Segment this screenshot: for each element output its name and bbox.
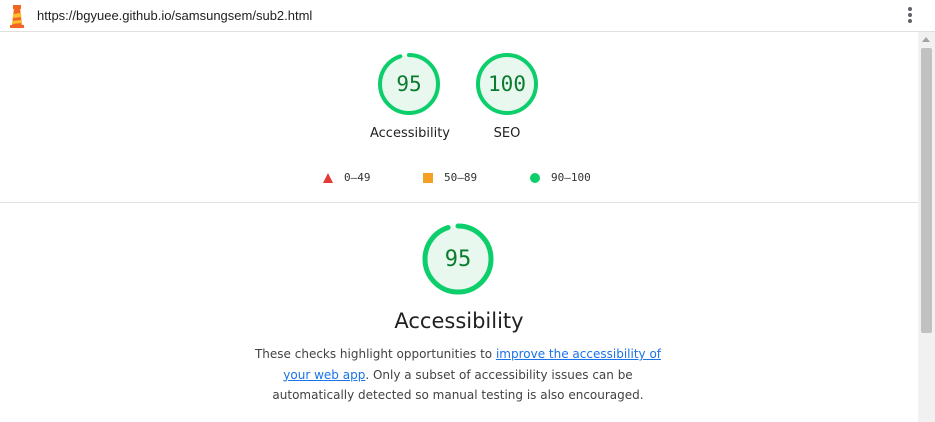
gauge-score: 95 [396, 72, 422, 96]
legend-range: 0–49 [344, 171, 371, 184]
gauge-label: Accessibility [370, 126, 450, 141]
url-text[interactable]: https://bgyuee.github.io/samsungsem/sub2… [37, 8, 312, 23]
circle-icon [530, 172, 540, 183]
section-divider [0, 202, 918, 203]
scrollbar[interactable] [918, 32, 935, 422]
browser-top-bar: https://bgyuee.github.io/samsungsem/sub2… [0, 0, 935, 32]
legend-average: 50–89 [423, 171, 477, 184]
gauge-label: SEO [493, 126, 521, 141]
gauge-seo[interactable]: 100 SEO [468, 52, 546, 141]
score-legend: 0–49 50–89 90–100 [0, 171, 918, 191]
lighthouse-icon [10, 5, 24, 28]
legend-fail: 0–49 [323, 171, 371, 184]
legend-pass: 90–100 [530, 171, 591, 184]
legend-range: 90–100 [551, 171, 591, 184]
legend-range: 50–89 [444, 171, 478, 184]
scroll-up-icon[interactable] [922, 37, 930, 42]
category-title: Accessibility [394, 309, 524, 333]
square-icon [423, 172, 433, 183]
kebab-menu-icon[interactable] [905, 7, 915, 25]
gauge-accessibility[interactable]: 95 Accessibility [370, 52, 450, 141]
triangle-icon [323, 172, 333, 183]
category-gauge: 95 [421, 222, 495, 296]
scrollbar-thumb[interactable] [921, 48, 932, 333]
gauge-score: 100 [488, 72, 526, 96]
category-description: These checks highlight opportunities to … [250, 344, 666, 406]
desc-text: These checks highlight opportunities to [254, 347, 496, 361]
category-score: 95 [444, 246, 472, 272]
